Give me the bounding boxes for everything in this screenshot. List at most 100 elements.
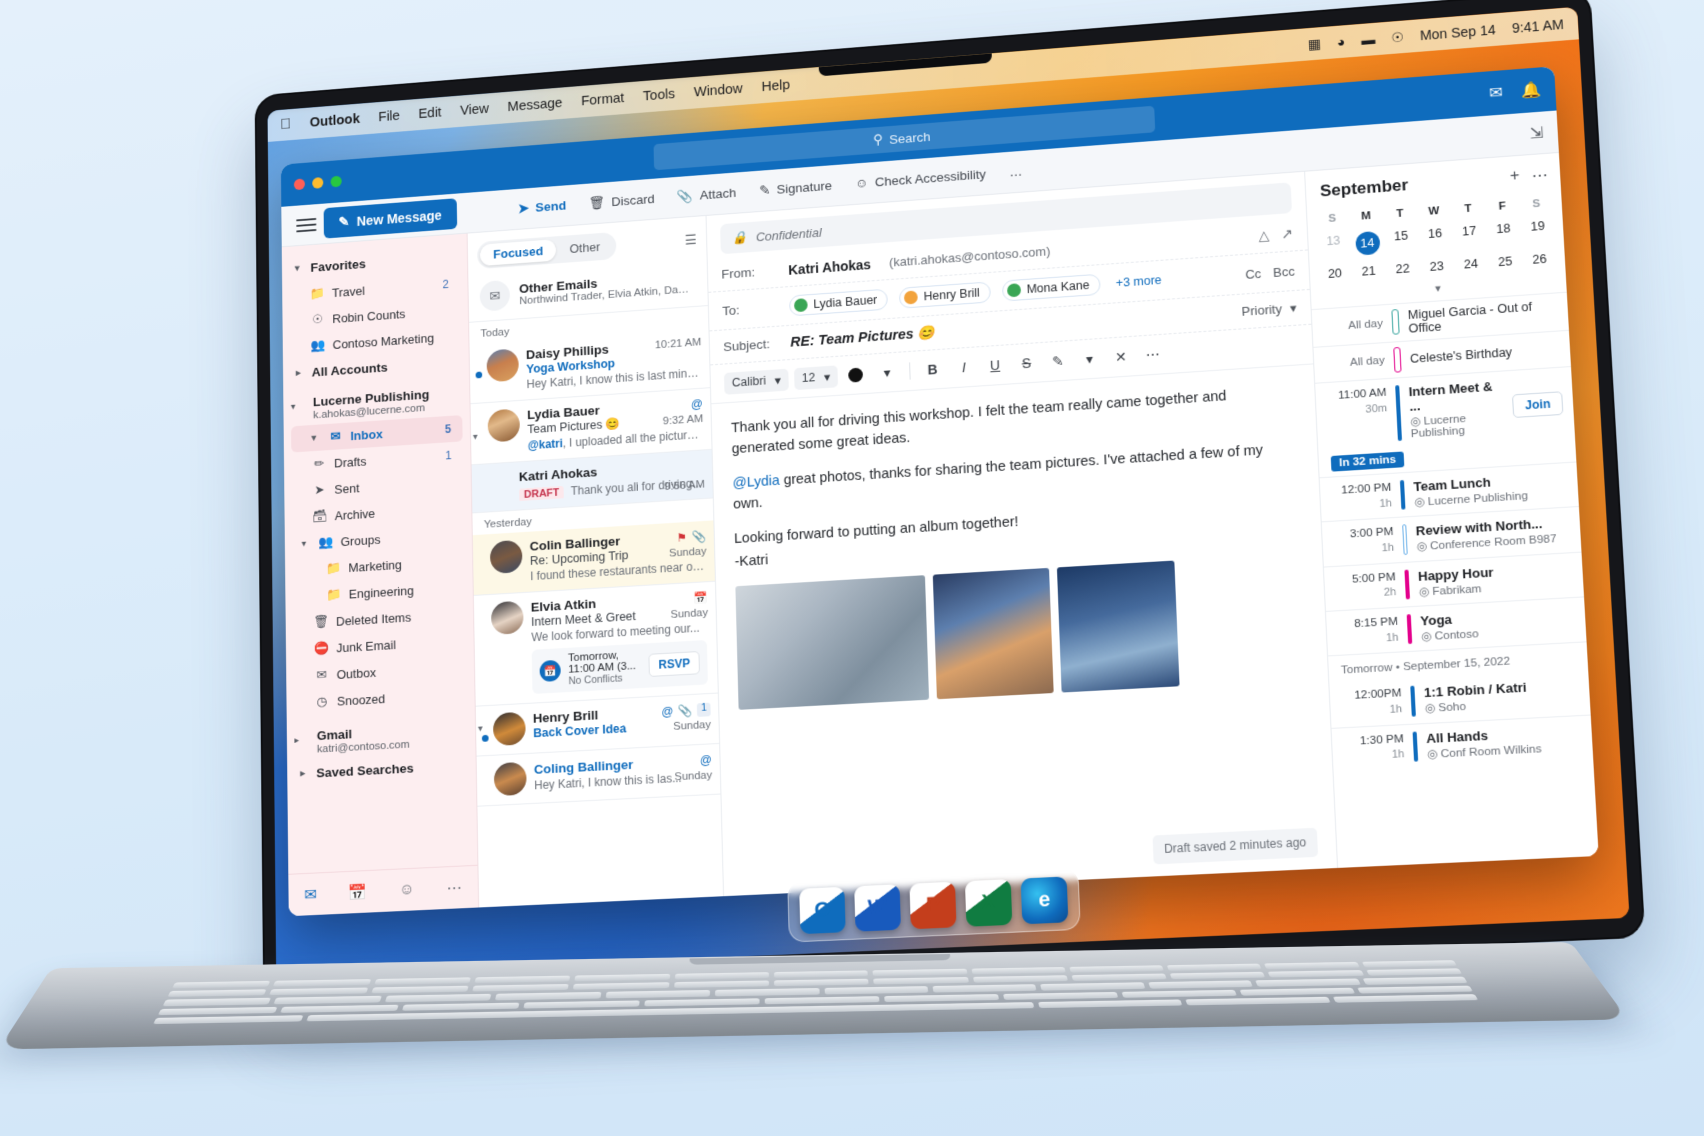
subject-input[interactable]: RE: Team Pictures 😊 [790,324,935,350]
recipient-chip[interactable]: Lydia Bauer [789,288,889,317]
menu-item-tools[interactable]: Tools [643,87,675,104]
dock-app-powerpoint[interactable]: P [909,881,957,930]
signature-button[interactable]: ✎ Signature [749,173,842,204]
highlight-dropdown[interactable]: ▾ [1076,346,1103,373]
rsvp-card[interactable]: 📅 Tomorrow, 11:00 AM (3... No Conflicts … [531,639,708,694]
menubar-time[interactable]: 9:41 AM [1511,16,1564,35]
calendar-day[interactable]: 26 [1522,247,1558,273]
highlight-icon[interactable]: ✎ [1045,348,1072,375]
cc-button[interactable]: Cc [1245,266,1261,282]
maximize-button[interactable] [330,175,342,188]
calendar-day-today[interactable]: 14 [1350,226,1386,261]
strikethrough-button[interactable]: S [1013,350,1039,377]
dock-app-word[interactable]: W [854,884,901,932]
battery-icon[interactable]: ▬ [1361,31,1376,47]
mail-icon[interactable]: ✉ [304,885,317,905]
flag-icon[interactable]: ⚑ [676,531,687,545]
mention-icon: @ [690,397,703,412]
siri-icon[interactable]: ☉ [1391,29,1404,46]
recipient-chip[interactable]: Henry Brill [899,281,991,309]
bell-icon[interactable]: 🔔 [1520,80,1541,101]
font-color-button[interactable] [843,361,869,387]
tab-other[interactable]: Other [556,235,613,261]
calendar-day[interactable]: 15 [1384,223,1420,258]
menu-item-edit[interactable]: Edit [418,105,441,122]
calendar-day[interactable]: 22 [1385,256,1420,282]
calendar-day[interactable]: 24 [1453,251,1488,277]
calendar-day[interactable]: 19 [1520,214,1556,249]
calendar-day[interactable]: 23 [1419,254,1454,280]
calendar-day[interactable]: 16 [1417,221,1453,256]
calendar-icon[interactable]: 📅 [348,882,367,902]
font-size-select[interactable]: 12 ▾ [793,364,838,390]
menu-item-file[interactable]: File [378,109,400,125]
menu-item-window[interactable]: Window [694,82,743,101]
dock-app-outlook[interactable]: O [799,886,846,935]
expand-pane-icon[interactable]: ⇲ [1529,123,1544,143]
list-item[interactable]: Elvia Atkin Intern Meet & Greet We look … [473,581,718,707]
calendar-day[interactable]: 21 [1351,259,1386,285]
font-family-select[interactable]: Calibri ▾ [723,368,789,395]
underline-button[interactable]: U [982,352,1008,379]
menu-item-format[interactable]: Format [581,91,624,109]
bcc-button[interactable]: Bcc [1273,263,1295,279]
join-button[interactable]: Join [1512,390,1564,418]
calendar-day[interactable]: 17 [1451,218,1487,253]
clear-formatting-icon[interactable]: ✕ [1108,343,1135,370]
chevron-down-icon[interactable]: ▾ [1290,300,1297,316]
ribbon-overflow-button[interactable]: … [999,159,1032,185]
formatting-more-button[interactable]: ⋯ [1139,341,1166,368]
photo-cityscape[interactable] [932,567,1054,700]
menu-item-outlook[interactable]: Outlook [310,112,360,131]
menu-item-message[interactable]: Message [507,96,562,115]
calendar-day[interactable]: 25 [1487,249,1523,275]
italic-button[interactable]: I [951,354,977,381]
dock-app-edge[interactable]: e [1020,876,1069,925]
window-controls[interactable] [293,175,342,191]
new-message-button[interactable]: ✎ New Message [323,198,457,239]
envelope-icon: ✉ [479,279,511,312]
weekday: S [1532,197,1541,211]
more-icon[interactable]: ⋯ [1531,165,1548,186]
close-button[interactable] [293,178,305,191]
meeting-icon[interactable]: ✉ [1489,83,1504,103]
menu-item-help[interactable]: Help [761,78,790,95]
collapse-icon[interactable]: △ [1258,227,1269,244]
tab-focused[interactable]: Focused [479,239,557,267]
filter-icon[interactable]: ☰ [685,232,697,249]
plus-icon[interactable]: + [1509,168,1520,188]
popout-icon[interactable]: ↗ [1281,225,1293,242]
bold-button[interactable]: B [920,356,946,383]
message-body-editor[interactable]: Thank you all for driving this workshop.… [711,364,1337,896]
rsvp-button[interactable]: RSVP [648,651,700,677]
hamburger-icon[interactable] [292,210,320,240]
sidebar-item-label: Travel [331,283,366,300]
apple-icon[interactable]:  [280,116,291,132]
discard-button[interactable]: 🗑 Discard [579,186,664,217]
check-accessibility-button[interactable]: ☺ Check Accessibility [845,161,996,196]
calendar-day[interactable]: 20 [1317,261,1352,287]
control-center-icon[interactable]: ▦ [1308,35,1322,52]
photo-harbor[interactable] [1056,560,1180,693]
dock-app-excel[interactable]: X [964,879,1013,927]
keyboard [153,960,1479,1025]
photo-architecture[interactable] [735,574,930,710]
chevron-down-icon[interactable]: ▾ [473,432,478,443]
folder-sidebar: ▾ Favorites 📁 Travel 2 ☉ Robin Counts 👥 … [281,233,479,917]
chevron-down-icon[interactable]: ▾ [478,724,483,735]
wifi-icon[interactable]: ◕ [1337,34,1346,50]
more-recipients-link[interactable]: +3 more [1116,273,1162,290]
calendar-day[interactable]: 18 [1486,216,1522,251]
font-color-dropdown[interactable]: ▾ [874,359,900,385]
recipient-chip[interactable]: Mona Kane [1001,273,1101,302]
more-icon[interactable]: ⋯ [446,878,462,898]
menu-item-view[interactable]: View [460,102,489,119]
calendar-day[interactable]: 13 [1316,228,1351,263]
minimize-button[interactable] [312,177,324,189]
send-button[interactable]: ➤ Send [509,193,576,222]
sidebar-item-label: Marketing [348,557,402,575]
archive-icon: 🗃 [312,508,328,524]
attach-button[interactable]: 📎 Attach [668,180,747,210]
people-icon[interactable]: ☺ [399,881,415,899]
menubar-date[interactable]: Mon Sep 14 [1419,22,1496,43]
